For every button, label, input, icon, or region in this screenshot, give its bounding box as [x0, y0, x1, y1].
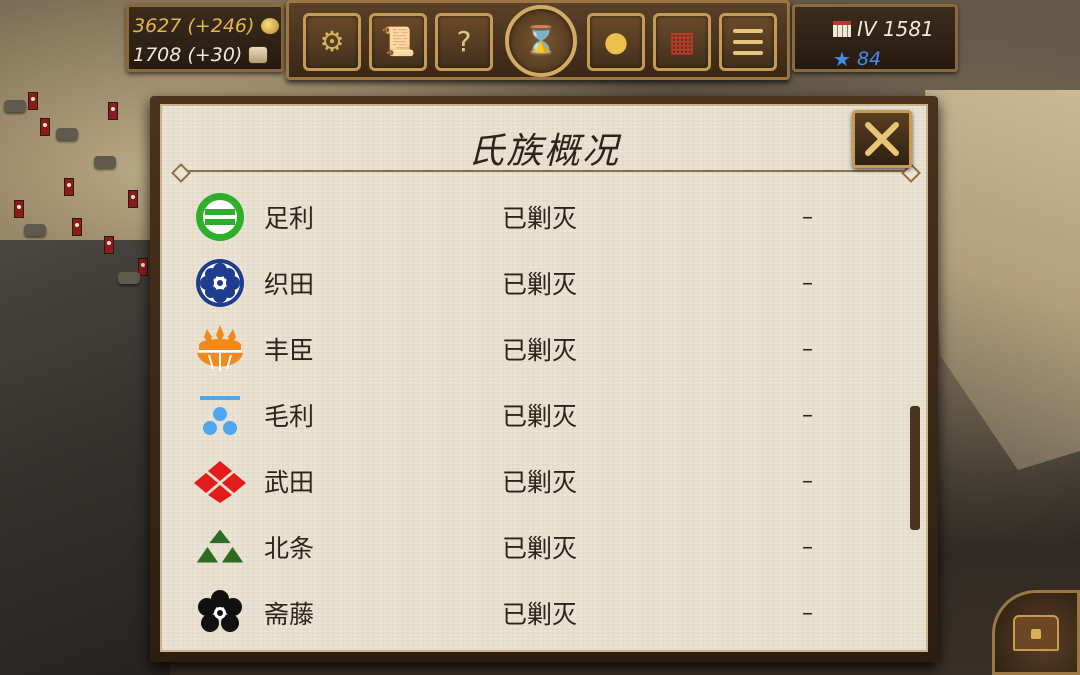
map-unit[interactable]	[118, 272, 140, 284]
clan-row-oda[interactable]: 织田 已剿灭 –	[192, 256, 892, 310]
clan-value: –	[802, 534, 813, 560]
clan-value: –	[802, 468, 813, 494]
shop-icon: ▦	[668, 25, 696, 58]
close-icon	[865, 122, 899, 156]
map-unit[interactable]	[24, 224, 46, 236]
gold-resource: 3627 (+246)	[133, 15, 281, 37]
date-panel: IV 1581 ★ 84	[792, 4, 958, 72]
clan-status: 已剿灭	[502, 336, 578, 365]
scroll-icon: 📜	[380, 25, 416, 58]
clan-value: –	[802, 336, 813, 362]
clan-row-hojo[interactable]: 北条 已剿灭 –	[192, 520, 892, 574]
dialog-title: 氏族概况	[467, 131, 620, 172]
oda-crest-icon	[192, 256, 248, 310]
calendar-icon	[833, 21, 851, 37]
map-army-flag[interactable]	[72, 218, 82, 236]
clan-name: 武田	[264, 468, 315, 497]
gold-amount: 3627 (+246)	[133, 15, 255, 37]
food-resource: 1708 (+30)	[133, 44, 269, 66]
map-unit[interactable]	[4, 100, 26, 112]
clan-status: 已剿灭	[502, 600, 578, 629]
treasure-chest-icon	[1013, 614, 1059, 651]
clan-name: 足利	[264, 204, 315, 233]
clan-list-scrollbar[interactable]	[910, 406, 920, 530]
mori-crest-icon	[192, 388, 248, 442]
date-display: IV 1581	[833, 17, 934, 41]
clan-row-takeda[interactable]: 武田 已剿灭 –	[192, 454, 892, 508]
close-button[interactable]	[852, 110, 912, 168]
season-year: IV 1581	[857, 17, 934, 41]
clan-value: –	[802, 600, 813, 626]
star-icon: ★	[833, 47, 851, 71]
map-unit[interactable]	[94, 156, 116, 168]
food-amount: 1708 (+30)	[133, 44, 243, 66]
clan-row-saito[interactable]: 斋藤 已剿灭 –	[192, 586, 892, 640]
main-menu-button[interactable]	[719, 13, 777, 71]
quest-menu-button[interactable]: ?	[435, 13, 493, 71]
toyotomi-crest-icon	[192, 322, 248, 376]
cannon-icon: ⚙	[319, 25, 345, 58]
calendar-menu-button[interactable]: ⌛	[505, 5, 577, 77]
clan-overview-dialog: 氏族概况 足利 已剿灭 – 织田 已剿灭 – 丰臣 已剿灭 – 毛利 已剿灭 –…	[150, 96, 938, 662]
ashikaga-crest-icon	[192, 190, 248, 244]
clan-status: 已剿灭	[502, 204, 578, 233]
hojo-crest-icon	[192, 520, 248, 574]
market-menu-button[interactable]: ▦	[653, 13, 711, 71]
policy-menu-button[interactable]: 📜	[369, 13, 427, 71]
map-army-flag[interactable]	[64, 178, 74, 196]
map-army-flag[interactable]	[28, 92, 38, 110]
clan-row-mori[interactable]: 毛利 已剿灭 –	[192, 388, 892, 442]
clan-name: 毛利	[264, 402, 315, 431]
dialog-paper: 氏族概况 足利 已剿灭 – 织田 已剿灭 – 丰臣 已剿灭 – 毛利 已剿灭 –…	[160, 104, 928, 652]
clan-row-ashikaga[interactable]: 足利 已剿灭 –	[192, 190, 892, 244]
gold-chest-icon: ●	[603, 25, 629, 58]
clan-value: –	[802, 402, 813, 428]
clan-value: –	[802, 270, 813, 296]
menu-lines-icon	[733, 29, 763, 55]
treasury-menu-button[interactable]: ●	[587, 13, 645, 71]
clan-name: 北条	[264, 534, 315, 563]
map-army-flag[interactable]	[14, 200, 24, 218]
clan-name: 斋藤	[264, 600, 315, 629]
map-army-flag[interactable]	[104, 236, 114, 254]
clan-value: –	[802, 204, 813, 230]
saito-crest-icon	[192, 586, 248, 640]
clan-name: 丰臣	[264, 336, 315, 365]
clan-name: 织田	[264, 270, 315, 299]
map-unit[interactable]	[56, 128, 78, 140]
prestige-value: 84	[856, 48, 882, 70]
rice-bag-icon	[248, 46, 269, 64]
book-icon: ?	[456, 25, 472, 58]
map-army-flag[interactable]	[128, 190, 138, 208]
title-divider	[178, 170, 914, 172]
clan-row-toyotomi[interactable]: 丰臣 已剿灭 –	[192, 322, 892, 376]
clan-status: 已剿灭	[502, 468, 578, 497]
coin-icon	[260, 17, 281, 35]
calendar-hourglass-icon: ⌛	[523, 24, 559, 57]
clan-status: 已剿灭	[502, 270, 578, 299]
clan-status: 已剿灭	[502, 402, 578, 431]
map-sea-area	[0, 240, 170, 675]
map-army-flag[interactable]	[40, 118, 50, 136]
clan-status: 已剿灭	[502, 534, 578, 563]
resources-panel: 3627 (+246) 1708 (+30)	[126, 4, 284, 72]
army-menu-button[interactable]: ⚙	[303, 13, 361, 71]
takeda-crest-icon	[192, 454, 248, 508]
treasure-chest-button[interactable]	[992, 590, 1080, 675]
map-army-flag[interactable]	[108, 102, 118, 120]
prestige-display: ★ 84	[833, 47, 881, 71]
top-menu-bar: ⚙ 📜 ? ⌛ ● ▦	[286, 0, 790, 80]
